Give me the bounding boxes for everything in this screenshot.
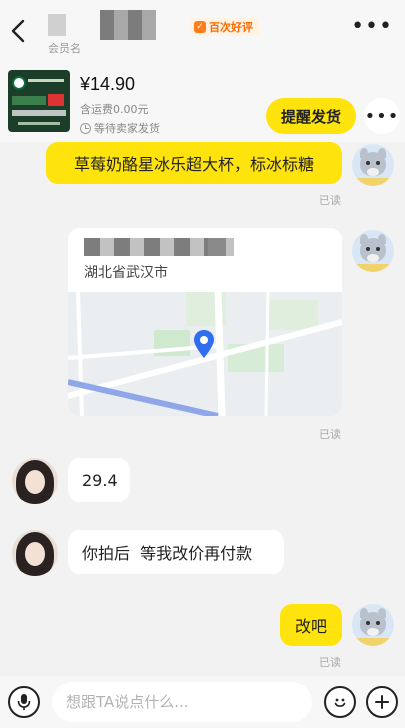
chat-header: 会员名 ✓ 百次好评 ••• (0, 0, 405, 60)
read-receipt: 已读 (319, 428, 341, 441)
review-badge-text: 百次好评 (209, 21, 253, 34)
read-receipt: 已读 (319, 194, 341, 207)
clock-icon (80, 122, 91, 134)
emoji-icon (334, 698, 346, 707)
microphone-icon (17, 694, 31, 710)
good-review-icon: ✓ (194, 21, 206, 33)
order-price: ¥14.90 (80, 74, 136, 94)
message-bubble-theirs[interactable]: 29.4 (68, 458, 130, 502)
voice-input-button[interactable] (8, 686, 40, 718)
shipping-fee: 含运费0.00元 (80, 103, 149, 116)
my-avatar[interactable] (352, 230, 394, 272)
blurred-username (100, 10, 156, 40)
message-bubble-theirs[interactable]: 你拍后 等我改价再付款 (68, 530, 284, 574)
more-options-icon[interactable]: ••• (351, 16, 393, 38)
order-status-text: 等待卖家发货 (94, 122, 160, 135)
add-attachment-button[interactable] (366, 686, 398, 718)
read-receipt: 已读 (319, 656, 341, 669)
member-label: 会员名 (48, 42, 81, 55)
order-status: 等待卖家发货 (80, 120, 160, 136)
my-avatar[interactable] (352, 604, 394, 646)
my-avatar[interactable] (352, 144, 394, 186)
more-actions-icon[interactable]: ••• (364, 98, 400, 134)
message-bubble-mine[interactable]: 草莓奶酪星冰乐超大杯，标冰标糖 (46, 142, 342, 184)
location-card[interactable]: 湖北省武汉市 (68, 228, 342, 416)
plus-icon (375, 695, 389, 709)
remind-shipping-button[interactable]: 提醒发货 (266, 98, 356, 134)
product-thumbnail[interactable] (8, 70, 70, 132)
location-map[interactable] (68, 291, 342, 416)
map-pin-icon (194, 330, 214, 358)
location-address: 湖北省武汉市 (84, 265, 168, 281)
emoji-button[interactable] (324, 686, 356, 718)
input-bar (0, 676, 405, 728)
message-bubble-mine[interactable]: 改吧 (280, 604, 342, 646)
review-badge: ✓ 百次好评 (190, 18, 259, 36)
seller-avatar[interactable] (12, 458, 58, 504)
message-input[interactable] (52, 682, 312, 722)
back-icon[interactable] (8, 18, 30, 44)
starbucks-logo-icon (12, 76, 26, 90)
seller-avatar[interactable] (12, 530, 58, 576)
blurred-avatar (48, 14, 66, 36)
